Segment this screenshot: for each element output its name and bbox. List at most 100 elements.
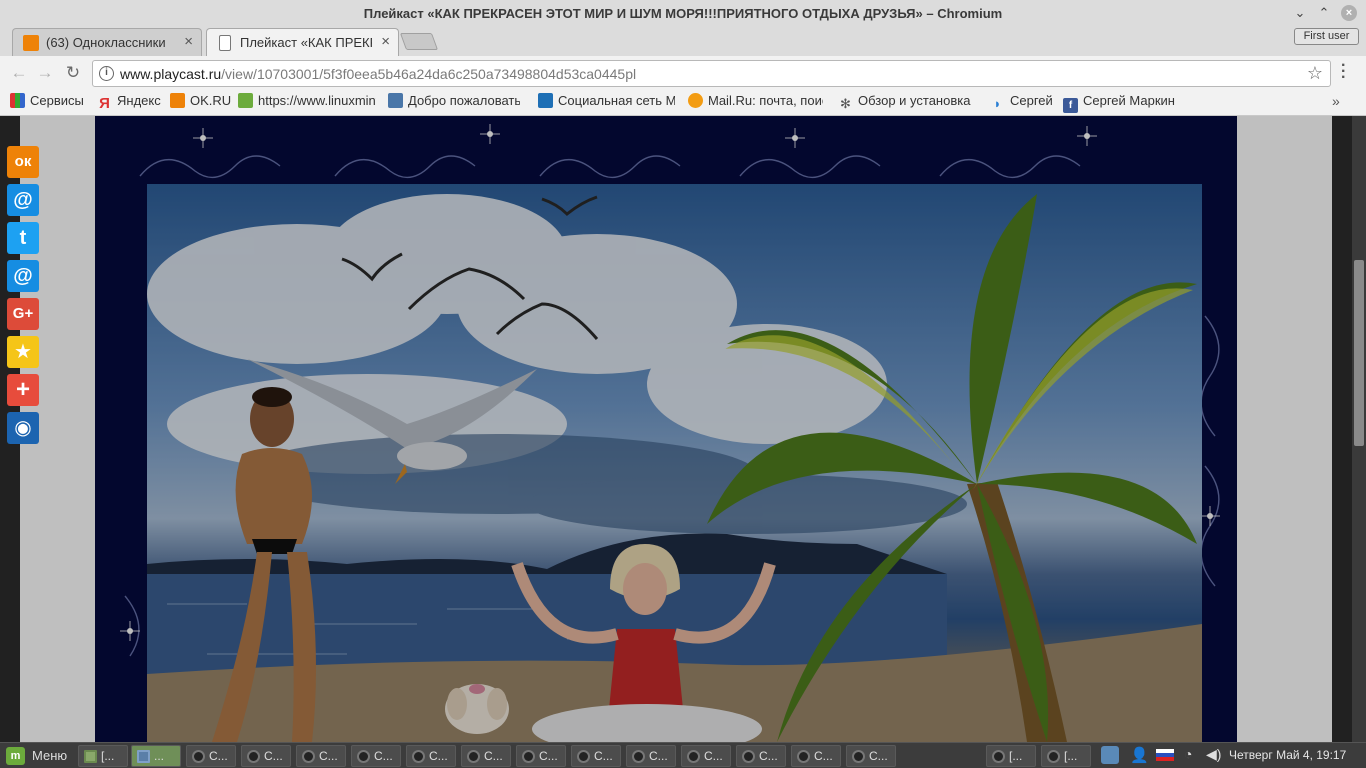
taskbar-window-button[interactable]: С... (296, 745, 346, 767)
taskbar-window-button[interactable]: С... (406, 745, 456, 767)
taskbar-window-button[interactable]: С... (461, 745, 511, 767)
folder-icon (84, 750, 97, 763)
bookmark-yandex[interactable]: Я Яндекс (97, 93, 161, 113)
profile-button[interactable]: First user (1294, 28, 1359, 45)
person-icon: ◗ (993, 96, 1002, 111)
url-host: www.playcast.ru (120, 66, 222, 82)
bookmark-okru[interactable]: OK.RU (170, 93, 231, 113)
taskbar-window-button[interactable]: С... (241, 745, 291, 767)
bookmark-setup[interactable]: ✻ Обзор и установка (838, 93, 976, 113)
mailru-icon (688, 93, 703, 108)
taskbar-window-button[interactable]: С... (571, 745, 621, 767)
bookmark-label: Mail.Ru: почта, поис (708, 93, 823, 108)
user-icon[interactable]: 👤 (1130, 746, 1149, 766)
minimize-icon[interactable]: ⌄ (1292, 5, 1308, 21)
keyboard-layout-flag-icon[interactable] (1156, 749, 1174, 768)
bookmark-label: Яндекс (117, 93, 161, 108)
start-menu-button[interactable]: m Меню (2, 745, 67, 767)
wifi-icon[interactable]: ◔ (1184, 746, 1192, 766)
taskbar-window-button[interactable]: [... (986, 745, 1036, 767)
taskbar-window-label: С... (484, 749, 503, 763)
playcast-frame[interactable] (95, 116, 1237, 742)
mint-icon (238, 93, 253, 108)
tab-label: (63) Одноклассники (46, 35, 166, 50)
ok-icon (170, 93, 185, 108)
new-tab-button[interactable] (399, 33, 439, 50)
mailru-share-icon-2[interactable]: @ (7, 260, 39, 292)
google-plus-share-icon[interactable]: G+ (7, 298, 39, 330)
mailru-share-icon[interactable]: @ (7, 184, 39, 216)
bookmark-label: Сергей (1010, 93, 1053, 108)
tab-playcast[interactable]: Плейкаст «КАК ПРЕКРАСЕН × (206, 28, 399, 56)
info-icon[interactable]: i (99, 66, 114, 81)
bookmark-mir[interactable]: Социальная сеть М (538, 93, 675, 113)
bookmark-mailru[interactable]: Mail.Ru: почта, поис (688, 93, 823, 113)
taskbar-window-label: С... (319, 749, 338, 763)
twitter-share-icon[interactable]: t (7, 222, 39, 254)
bookmark-sergey[interactable]: ◗ Сергей (990, 93, 1053, 113)
taskbar-window-button[interactable]: С... (681, 745, 731, 767)
taskbar-window-button[interactable]: С... (351, 745, 401, 767)
bookmarks-overflow-icon[interactable]: » (1332, 93, 1340, 109)
reload-icon[interactable]: ↻ (62, 62, 84, 84)
tab-strip: (63) Одноклассники × Плейкаст «КАК ПРЕКР… (0, 26, 1366, 56)
bookmark-linuxmint[interactable]: https://www.linuxmint (238, 93, 376, 113)
back-icon[interactable]: ← (8, 62, 30, 84)
taskbar-window-button[interactable]: С... (186, 745, 236, 767)
taskbar-window-label: С... (539, 749, 558, 763)
page-scrollbar-thumb[interactable] (1354, 260, 1364, 446)
app-icon (632, 750, 645, 763)
close-window-icon[interactable]: × (1341, 5, 1357, 21)
app-icon (467, 750, 480, 763)
bookmark-vk[interactable]: Добро пожаловать (388, 93, 520, 113)
taskbar-window-label: С... (594, 749, 613, 763)
tab-odnoklassniki[interactable]: (63) Одноклассники × (12, 28, 202, 56)
network-manager-icon[interactable] (1101, 746, 1119, 766)
bookmark-sergey-markin[interactable]: f Сергей Маркин (1063, 93, 1175, 113)
forward-icon[interactable]: → (34, 62, 56, 84)
taskbar-window-button[interactable]: С... (736, 745, 786, 767)
taskbar-window-button[interactable]: С... (846, 745, 896, 767)
favorites-share-icon[interactable]: ★ (7, 336, 39, 368)
app-icon (687, 750, 700, 763)
taskbar-window-button[interactable]: ... (131, 745, 181, 767)
taskbar-window-button[interactable]: С... (791, 745, 841, 767)
taskbar-window-label: С... (869, 749, 888, 763)
taskbar-window-button[interactable]: [... (1041, 745, 1091, 767)
taskbar-window-button[interactable]: С... (516, 745, 566, 767)
maximize-icon[interactable]: ⌃ (1316, 5, 1332, 21)
odnoklassniki-share-icon[interactable]: ок (7, 146, 39, 178)
desktop-screen: Плейкаст «КАК ПРЕКРАСЕН ЭТОТ МИР И ШУМ М… (0, 0, 1366, 768)
taskbar-window-label: С... (814, 749, 833, 763)
apps-icon (10, 93, 25, 108)
beach-scene-image (147, 184, 1202, 742)
taskbar-window-button[interactable]: С... (626, 745, 676, 767)
menu-icon[interactable]: · · · (1341, 58, 1346, 86)
bookmark-star-icon[interactable]: ☆ (1307, 63, 1323, 84)
app-icon (577, 750, 590, 763)
url-text[interactable]: www.playcast.ru/view/10703001/5f3f0eea5b… (120, 66, 636, 82)
livejournal-share-icon[interactable]: ◉ (7, 412, 39, 444)
chrome-icon (137, 750, 150, 763)
taskbar-window-button[interactable]: [... (78, 745, 128, 767)
setup-icon: ✻ (840, 96, 851, 111)
more-share-icon[interactable]: + (7, 374, 39, 406)
app-icon (302, 750, 315, 763)
page-icon (219, 35, 231, 51)
tab-close-icon[interactable]: × (381, 33, 390, 50)
bookmark-services[interactable]: Сервисы (10, 93, 84, 113)
taskbar-window-label: С... (759, 749, 778, 763)
taskbar-window-label: [... (1009, 749, 1023, 763)
bookmark-label: Социальная сеть М (558, 93, 675, 108)
address-bar[interactable]: i www.playcast.ru/view/10703001/5f3f0eea… (92, 60, 1331, 87)
app-icon (742, 750, 755, 763)
bookmarks-bar: Сервисы Я Яндекс OK.RU https://www.linuxm… (0, 90, 1366, 116)
window-titlebar[interactable]: Плейкаст «КАК ПРЕКРАСЕН ЭТОТ МИР И ШУМ М… (0, 0, 1366, 28)
bookmark-label: Сергей Маркин (1083, 93, 1175, 108)
taskbar-window-label: С... (264, 749, 283, 763)
taskbar-window-label: С... (649, 749, 668, 763)
volume-icon[interactable]: ◀) (1206, 746, 1221, 766)
clock[interactable]: Четверг Май 4, 19:17 (1229, 748, 1346, 762)
tab-close-icon[interactable]: × (184, 33, 193, 50)
taskbar-window-label: [... (1064, 749, 1078, 763)
